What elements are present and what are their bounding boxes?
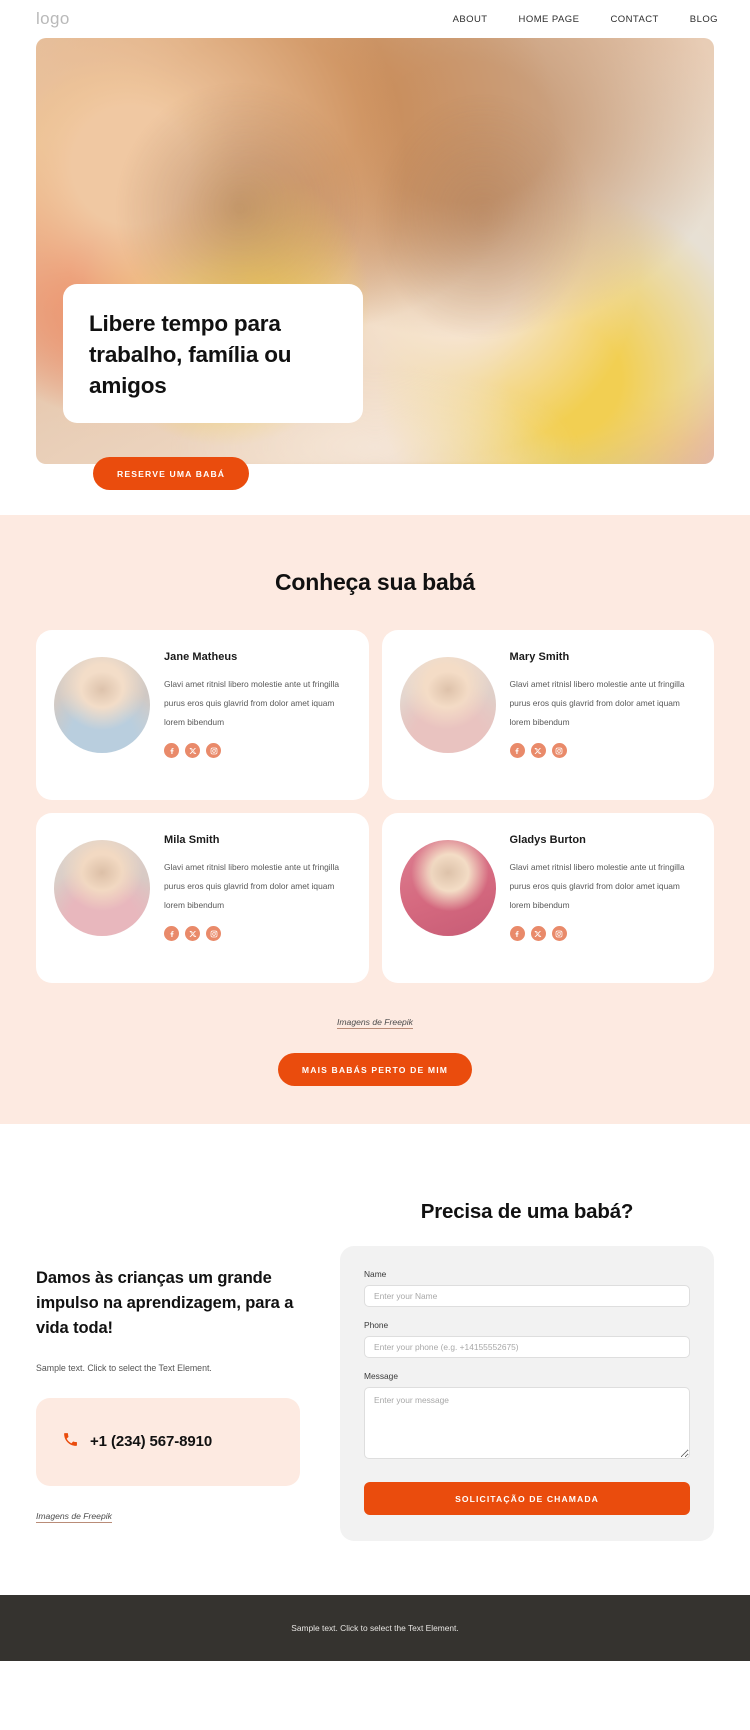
name-input[interactable] bbox=[364, 1285, 690, 1307]
x-twitter-icon[interactable] bbox=[185, 926, 200, 942]
instagram-icon[interactable] bbox=[551, 926, 567, 942]
x-twitter-icon[interactable] bbox=[530, 743, 546, 759]
nanny-description: Glavi amet ritnisl libero molestie ante … bbox=[164, 862, 340, 911]
contact-section: Damos às crianças um grande impulso na a… bbox=[0, 1124, 750, 1595]
image-credit: Imagens de Freepik bbox=[36, 1510, 300, 1523]
section-title: Conheça sua babá bbox=[274, 569, 476, 595]
nav-item-blog[interactable]: BLOG bbox=[690, 14, 718, 25]
message-field-group: Message bbox=[364, 1371, 690, 1464]
logo[interactable]: logo bbox=[36, 9, 70, 29]
social-links bbox=[509, 743, 697, 759]
facebook-icon[interactable] bbox=[509, 743, 525, 759]
nanny-description: Glavi amet ritnisl libero molestie ante … bbox=[164, 679, 340, 728]
contact-form: Name Phone Message SOLICITAÇÃO DE CHAMAD… bbox=[340, 1246, 714, 1541]
more-nannies-wrapper: MAIS BABÁS PERTO DE MIM bbox=[0, 1053, 750, 1086]
hero-headline: Libere tempo para trabalho, família ou a… bbox=[89, 311, 292, 399]
message-textarea[interactable] bbox=[364, 1387, 690, 1459]
phone-input[interactable] bbox=[364, 1336, 690, 1358]
nanny-description: Glavi amet ritnisl libero molestie ante … bbox=[509, 679, 685, 728]
nanny-card-body: Jane Matheus Glavi amet ritnisl libero m… bbox=[164, 647, 351, 759]
facebook-icon[interactable] bbox=[509, 926, 525, 942]
name-field-group: Name bbox=[364, 1269, 690, 1307]
contact-info-column: Damos às crianças um grande impulso na a… bbox=[36, 1200, 300, 1523]
contact-subtext: Sample text. Click to select the Text El… bbox=[36, 1363, 212, 1374]
footer-text: Sample text. Click to select the Text El… bbox=[291, 1623, 459, 1633]
nanny-name: Jane Matheus bbox=[164, 651, 238, 663]
phone-number: +1 (234) 567-8910 bbox=[90, 1433, 213, 1451]
nanny-name: Mila Smith bbox=[164, 834, 220, 846]
nanny-card-body: Gladys Burton Glavi amet ritnisl libero … bbox=[509, 830, 697, 942]
nanny-description: Glavi amet ritnisl libero molestie ante … bbox=[509, 862, 685, 911]
meet-your-nanny-section: Conheça sua babá Jane Matheus Glavi amet… bbox=[0, 515, 750, 1124]
name-field-label: Name bbox=[364, 1269, 387, 1279]
nanny-card[interactable]: Mila Smith Glavi amet ritnisl libero mol… bbox=[36, 813, 369, 983]
nanny-card[interactable]: Jane Matheus Glavi amet ritnisl libero m… bbox=[36, 630, 369, 800]
instagram-icon[interactable] bbox=[206, 743, 221, 759]
facebook-icon[interactable] bbox=[164, 926, 179, 942]
main-navigation: ABOUT HOME PAGE CONTACT BLOG bbox=[453, 14, 718, 25]
nanny-card-body: Mary Smith Glavi amet ritnisl libero mol… bbox=[509, 647, 697, 759]
image-credit-text[interactable]: Imagens de Freepik bbox=[36, 1510, 112, 1523]
form-title: Precisa de uma babá? bbox=[420, 1200, 634, 1223]
hero-cta-wrapper: RESERVE UMA BABÁ bbox=[93, 457, 250, 490]
instagram-icon[interactable] bbox=[551, 743, 567, 759]
avatar bbox=[399, 840, 496, 936]
site-footer: Sample text. Click to select the Text El… bbox=[0, 1595, 750, 1661]
contact-heading: Damos às crianças um grande impulso na a… bbox=[36, 1269, 294, 1337]
social-links bbox=[509, 926, 697, 942]
image-credit: Imagens de Freepik bbox=[0, 1017, 750, 1029]
site-header: logo ABOUT HOME PAGE CONTACT BLOG bbox=[0, 0, 750, 38]
submit-call-request-button[interactable]: SOLICITAÇÃO DE CHAMADA bbox=[364, 1482, 690, 1515]
book-nanny-button[interactable]: RESERVE UMA BABÁ bbox=[93, 457, 250, 490]
nanny-card-body: Mila Smith Glavi amet ritnisl libero mol… bbox=[164, 830, 351, 942]
nanny-cards-grid: Jane Matheus Glavi amet ritnisl libero m… bbox=[0, 630, 750, 983]
hero-section: Libere tempo para trabalho, família ou a… bbox=[36, 38, 714, 490]
message-field-label: Message bbox=[364, 1371, 398, 1381]
nanny-card[interactable]: Gladys Burton Glavi amet ritnisl libero … bbox=[381, 813, 714, 983]
social-links bbox=[164, 926, 351, 942]
nanny-name: Mary Smith bbox=[509, 651, 570, 663]
nav-item-home-page[interactable]: HOME PAGE bbox=[519, 14, 580, 25]
phone-field-group: Phone bbox=[364, 1320, 690, 1358]
avatar bbox=[54, 840, 150, 936]
phone-field-label: Phone bbox=[364, 1320, 389, 1330]
contact-form-column: Precisa de uma babá? Name Phone Message … bbox=[340, 1200, 714, 1541]
phone-box[interactable]: +1 (234) 567-8910 bbox=[36, 1397, 300, 1486]
x-twitter-icon[interactable] bbox=[530, 926, 546, 942]
avatar bbox=[54, 657, 150, 753]
facebook-icon[interactable] bbox=[164, 743, 179, 759]
nav-item-contact[interactable]: CONTACT bbox=[610, 14, 658, 25]
avatar bbox=[399, 657, 496, 753]
hero-headline-card: Libere tempo para trabalho, família ou a… bbox=[63, 284, 363, 424]
instagram-icon[interactable] bbox=[206, 926, 221, 942]
nanny-name: Gladys Burton bbox=[509, 834, 586, 846]
phone-icon bbox=[62, 1431, 79, 1453]
nav-item-about[interactable]: ABOUT bbox=[453, 14, 488, 25]
social-links bbox=[164, 743, 351, 759]
nanny-card[interactable]: Mary Smith Glavi amet ritnisl libero mol… bbox=[381, 630, 714, 800]
image-credit-text[interactable]: Imagens de Freepik bbox=[337, 1017, 413, 1029]
more-nannies-button[interactable]: MAIS BABÁS PERTO DE MIM bbox=[277, 1053, 473, 1086]
x-twitter-icon[interactable] bbox=[185, 743, 200, 759]
